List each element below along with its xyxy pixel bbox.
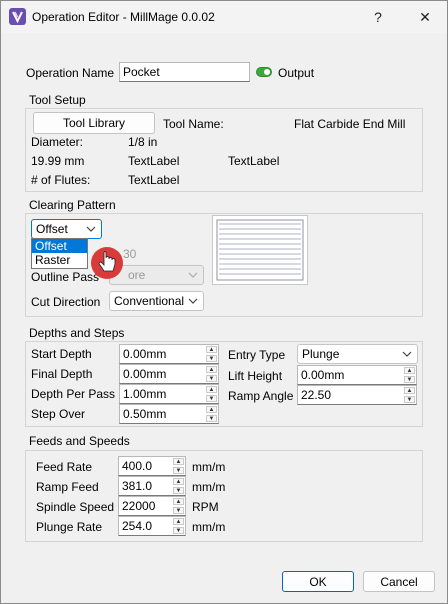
ramp-feed-value: 381.0	[122, 479, 153, 493]
cancel-button[interactable]: Cancel	[363, 571, 435, 592]
close-icon: ✕	[419, 8, 431, 25]
chevron-down-icon	[401, 347, 413, 361]
output-toggle[interactable]	[256, 67, 272, 77]
depth-per-pass-value: 1.00mm	[123, 387, 167, 401]
plunge-rate-unit: mm/m	[192, 520, 226, 534]
step-over-input[interactable]: 0.50mm ▲ ▼	[119, 404, 219, 424]
depth-per-pass-input[interactable]: 1.00mm ▲ ▼	[119, 384, 219, 404]
pattern-option-raster[interactable]: Raster	[32, 253, 87, 267]
spin-arrows-icon[interactable]: ▲ ▼	[206, 386, 217, 402]
diameter-mm-value: 19.99 mm	[31, 154, 85, 168]
lift-height-input[interactable]: 0.00mm ▲ ▼	[297, 365, 417, 385]
chevron-down-icon	[187, 268, 199, 282]
pattern-dropdown-list: Offset Raster	[31, 238, 88, 269]
pocket-preview-icon	[216, 219, 304, 281]
spin-arrows-icon[interactable]: ▲ ▼	[173, 458, 184, 474]
hand-cursor-icon	[87, 243, 127, 283]
start-depth-value: 0.00mm	[123, 347, 167, 361]
spin-arrows-icon[interactable]: ▲ ▼	[206, 366, 217, 382]
entry-type-label: Entry Type	[228, 348, 286, 362]
pattern-preview	[212, 215, 308, 285]
plunge-rate-input[interactable]: 254.0 ▲ ▼	[118, 516, 186, 536]
cut-direction-select[interactable]: Conventional	[109, 291, 204, 311]
lift-height-value: 0.00mm	[301, 368, 345, 382]
tool-name-label: Tool Name:	[163, 117, 224, 131]
feeds-speeds-title: Feeds and Speeds	[29, 434, 130, 448]
diameter-value: 1/8 in	[128, 135, 158, 149]
operation-name-label: Operation Name	[26, 66, 115, 80]
lift-height-label: Lift Height	[228, 369, 283, 383]
spin-arrows-icon[interactable]: ▲ ▼	[206, 406, 217, 422]
tool-name-value: Flat Carbide End Mill	[294, 117, 406, 131]
spin-arrows-icon[interactable]: ▲ ▼	[173, 478, 184, 494]
entry-type-select[interactable]: Plunge	[297, 344, 418, 364]
spin-arrows-icon[interactable]: ▲ ▼	[173, 498, 184, 514]
spindle-speed-input[interactable]: 22000 ▲ ▼	[118, 496, 186, 516]
spin-arrows-icon[interactable]: ▲ ▼	[404, 367, 415, 383]
final-depth-input[interactable]: 0.00mm ▲ ▼	[119, 364, 219, 384]
depth-per-pass-label: Depth Per Pass	[31, 387, 116, 401]
start-depth-input[interactable]: 0.00mm ▲ ▼	[119, 344, 219, 364]
cut-direction-label: Cut Direction	[31, 295, 101, 309]
depths-steps-title: Depths and Steps	[29, 326, 125, 340]
spin-arrows-icon[interactable]: ▲ ▼	[404, 387, 415, 403]
pattern-select-value: Offset	[36, 222, 68, 236]
spin-arrows-icon[interactable]: ▲ ▼	[173, 518, 184, 534]
feed-rate-value: 400.0	[122, 459, 153, 473]
app-logo-icon	[9, 8, 26, 25]
ramp-angle-input[interactable]: 22.50 ▲ ▼	[297, 385, 417, 405]
tool-library-button[interactable]: Tool Library	[33, 112, 155, 134]
ok-button[interactable]: OK	[282, 571, 354, 592]
cut-direction-value: Conventional	[114, 294, 185, 308]
help-icon: ?	[374, 9, 382, 25]
text-label-2: TextLabel	[228, 154, 280, 168]
operation-name-input[interactable]: Pocket	[119, 62, 250, 82]
flutes-value: TextLabel	[128, 173, 180, 187]
ramp-angle-value: 22.50	[301, 388, 332, 402]
feed-rate-label: Feed Rate	[36, 460, 93, 474]
title-bar: Operation Editor - MillMage 0.0.02 ? ✕	[1, 1, 447, 33]
ramp-feed-label: Ramp Feed	[36, 480, 99, 494]
pattern-select[interactable]: Offset	[31, 219, 102, 239]
help-button[interactable]: ?	[355, 1, 401, 33]
feed-rate-input[interactable]: 400.0 ▲ ▼	[118, 456, 186, 476]
spindle-speed-label: Spindle Speed	[36, 500, 115, 514]
spin-arrows-icon[interactable]: ▲ ▼	[206, 346, 217, 362]
start-depth-label: Start Depth	[31, 347, 92, 361]
step-over-label: Step Over	[31, 407, 86, 421]
plunge-rate-value: 254.0	[122, 519, 153, 533]
window-title: Operation Editor - MillMage 0.0.02	[32, 10, 215, 24]
tool-setup-title: Tool Setup	[29, 93, 86, 107]
diameter-label: Diameter:	[31, 135, 84, 149]
flutes-label: # of Flutes:	[31, 173, 91, 187]
step-over-value: 0.50mm	[123, 407, 167, 421]
text-label-1: TextLabel	[128, 154, 180, 168]
clearing-pattern-title: Clearing Pattern	[29, 198, 116, 212]
entry-type-value: Plunge	[302, 347, 340, 361]
chevron-down-icon	[85, 222, 97, 236]
spindle-speed-value: 22000	[122, 499, 156, 513]
output-label: Output	[278, 66, 315, 80]
pattern-option-offset[interactable]: Offset	[32, 239, 87, 253]
ramp-angle-label: Ramp Angle	[228, 389, 294, 403]
final-depth-value: 0.00mm	[123, 367, 167, 381]
chevron-down-icon	[187, 294, 199, 308]
operation-editor-window: Operation Editor - MillMage 0.0.02 ? ✕ O…	[0, 0, 448, 604]
close-button[interactable]: ✕	[402, 1, 448, 33]
final-depth-label: Final Depth	[31, 367, 93, 381]
feed-rate-unit: mm/m	[192, 460, 226, 474]
spindle-speed-unit: RPM	[192, 500, 219, 514]
plunge-rate-label: Plunge Rate	[36, 520, 103, 534]
ramp-feed-unit: mm/m	[192, 480, 226, 494]
ramp-feed-input[interactable]: 381.0 ▲ ▼	[118, 476, 186, 496]
